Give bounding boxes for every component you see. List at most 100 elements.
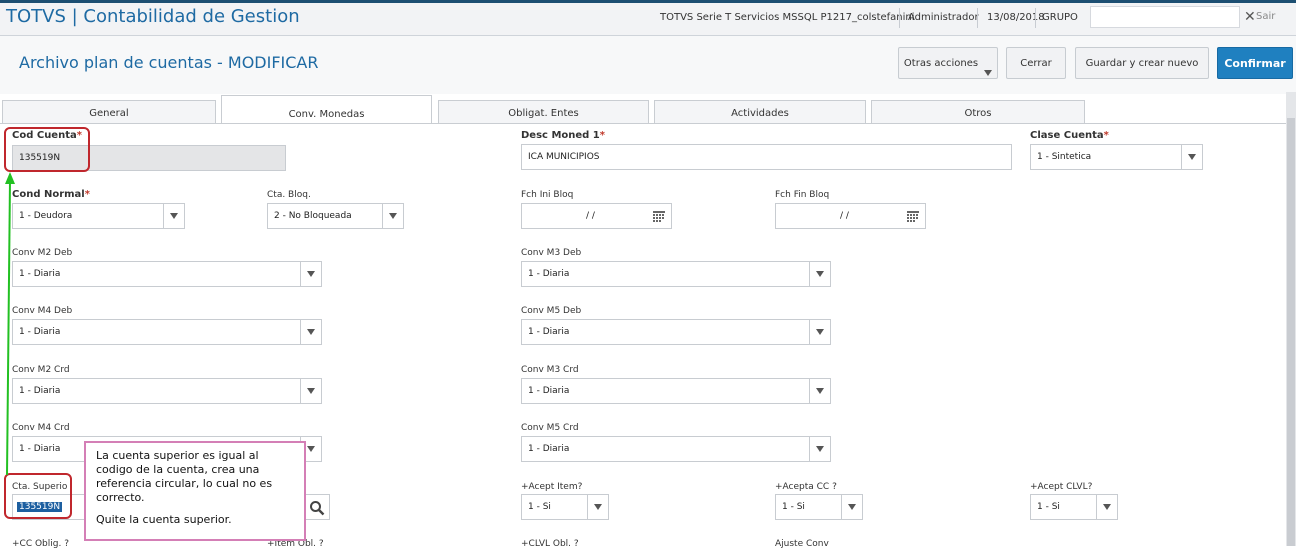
user-name: Administrador [908,12,979,23]
acept-clvl-value: 1 - Si [1037,502,1060,512]
conv-m2-crd-label: Conv M2 Crd [12,365,70,375]
acepta-cc-value: 1 - Si [782,502,805,512]
conv-m5-deb-label: Conv M5 Deb [521,306,582,316]
search-icon[interactable] [309,500,325,516]
conv-m2-deb-value: 1 - Diaria [19,269,61,279]
clase-cuenta-value: 1 - Sintetica [1037,152,1092,162]
conv-m2-deb-label: Conv M2 Deb [12,248,73,258]
exit-link[interactable]: Sair [1256,11,1275,22]
conv-m4-crd-value: 1 - Diaria [19,444,61,454]
confirm-label: Confirmar [1224,56,1286,70]
dropdown-arrow-icon [1096,495,1117,519]
tab-label: Conv. Monedas [288,109,365,120]
tab-obligat-entes[interactable]: Obligat. Entes [438,100,649,123]
clase-cuenta-label: Clase Cuenta* [1030,130,1109,141]
dropdown-arrow-icon [1181,145,1202,169]
clvl-obl-label: +CLVL Obl. ? [521,539,579,549]
divider [899,8,900,28]
clase-cuenta-select[interactable]: 1 - Sintetica [1030,144,1203,170]
dropdown-arrow-icon [300,320,321,344]
fch-ini-bloq-value: / / [586,211,595,221]
dropdown-arrow-icon [587,495,608,519]
tab-general[interactable]: General [2,100,216,123]
cc-oblig-label: +CC Oblig. ? [12,539,69,549]
conv-m3-crd-select[interactable]: 1 - Diaria [521,378,831,404]
cond-normal-label: Cond Normal* [12,189,90,200]
acepta-cc-select[interactable]: 1 - Si [775,494,863,520]
fch-fin-bloq-field[interactable]: / / [775,203,926,229]
more-actions-label: Otras acciones [903,57,979,69]
callout-text: La cuenta superior es igual al codigo de… [96,449,273,504]
dropdown-arrow-icon [841,495,862,519]
conv-m5-deb-value: 1 - Diaria [528,327,570,337]
acept-clvl-select[interactable]: 1 - Si [1030,494,1118,520]
tab-label: Obligat. Entes [508,108,579,119]
conv-m2-deb-select[interactable]: 1 - Diaria [12,261,322,287]
close-button[interactable]: Cerrar [1006,47,1066,79]
callout-instruction: Quite la cuenta superior. [96,513,232,526]
cta-bloq-label: Cta. Bloq. [267,190,311,200]
desc-moned1-value: ICA MUNICIPIOS [528,152,600,162]
scrollbar-thumb[interactable] [1287,118,1295,546]
fch-ini-bloq-label: Fch Ini Bloq [521,190,574,200]
fch-fin-bloq-value: / / [840,211,849,221]
more-actions-button[interactable]: Otras acciones [898,47,998,79]
acept-item-label: +Acept Item? [521,482,583,492]
acept-item-value: 1 - Si [528,502,551,512]
conv-m5-crd-select[interactable]: 1 - Diaria [521,436,831,462]
server-info: TOTVS Serie T Servicios MSSQL P1217_cols… [660,12,915,23]
cond-normal-value: 1 - Deudora [19,211,73,221]
conv-m3-deb-value: 1 - Diaria [528,269,570,279]
dropdown-arrow-icon [809,262,830,286]
dropdown-arrow-icon [809,379,830,403]
tab-conv-monedas[interactable]: Conv. Monedas [221,95,432,124]
dropdown-arrow-icon [300,262,321,286]
cta-bloq-select[interactable]: 2 - No Bloqueada [267,203,404,229]
conv-m5-crd-label: Conv M5 Crd [521,423,579,433]
tab-label: Otros [964,108,992,119]
conv-m2-crd-select[interactable]: 1 - Diaria [12,378,322,404]
app-brand: TOTVS | Contabilidad de Gestion [6,6,300,27]
dropdown-arrow-icon [809,437,830,461]
conv-m4-deb-select[interactable]: 1 - Diaria [12,319,322,345]
tab-label: Actividades [731,108,789,119]
conv-m3-deb-select[interactable]: 1 - Diaria [521,261,831,287]
conv-m3-deb-label: Conv M3 Deb [521,248,582,258]
dropdown-arrow-icon [163,204,184,228]
desc-moned1-label: Desc Moned 1* [521,130,605,141]
conv-m4-deb-label: Conv M4 Deb [12,306,73,316]
acept-item-select[interactable]: 1 - Si [521,494,609,520]
conv-m4-crd-label: Conv M4 Crd [12,423,70,433]
calendar-icon[interactable] [907,211,919,222]
calendar-icon[interactable] [653,211,665,222]
acept-clvl-label: +Acept CLVL? [1030,482,1093,492]
dropdown-arrow-icon [809,320,830,344]
grupo-label: GRUPO [1042,12,1078,23]
grupo-field[interactable] [1090,6,1240,28]
fch-ini-bloq-field[interactable]: / / [521,203,672,229]
dropdown-arrow-icon [300,379,321,403]
divider [1035,8,1036,28]
annotation-arrow [5,172,15,476]
conv-m5-crd-value: 1 - Diaria [528,444,570,454]
divider [977,8,978,28]
confirm-button[interactable]: Confirmar [1217,47,1293,79]
fch-fin-bloq-label: Fch Fin Bloq [775,190,830,200]
tab-label: General [89,108,129,119]
dropdown-arrow-icon [382,204,403,228]
tab-otros[interactable]: Otros [871,100,1085,123]
close-icon[interactable]: ✕ [1244,9,1256,25]
page-title: Archivo plan de cuentas - MODIFICAR [19,53,319,72]
conv-m3-crd-value: 1 - Diaria [528,386,570,396]
tab-actividades[interactable]: Actividades [654,100,866,123]
close-label: Cerrar [1020,57,1052,69]
save-new-label: Guardar y crear nuevo [1085,57,1199,69]
save-new-button[interactable]: Guardar y crear nuevo [1075,47,1209,79]
cond-normal-select[interactable]: 1 - Deudora [12,203,185,229]
desc-moned1-field[interactable]: ICA MUNICIPIOS [521,144,1012,170]
tab-divider [0,123,1286,124]
ajuste-conv-label: Ajuste Conv [775,539,829,549]
acepta-cc-label: +Acepta CC ? [775,482,837,492]
conv-m3-crd-label: Conv M3 Crd [521,365,579,375]
conv-m5-deb-select[interactable]: 1 - Diaria [521,319,831,345]
